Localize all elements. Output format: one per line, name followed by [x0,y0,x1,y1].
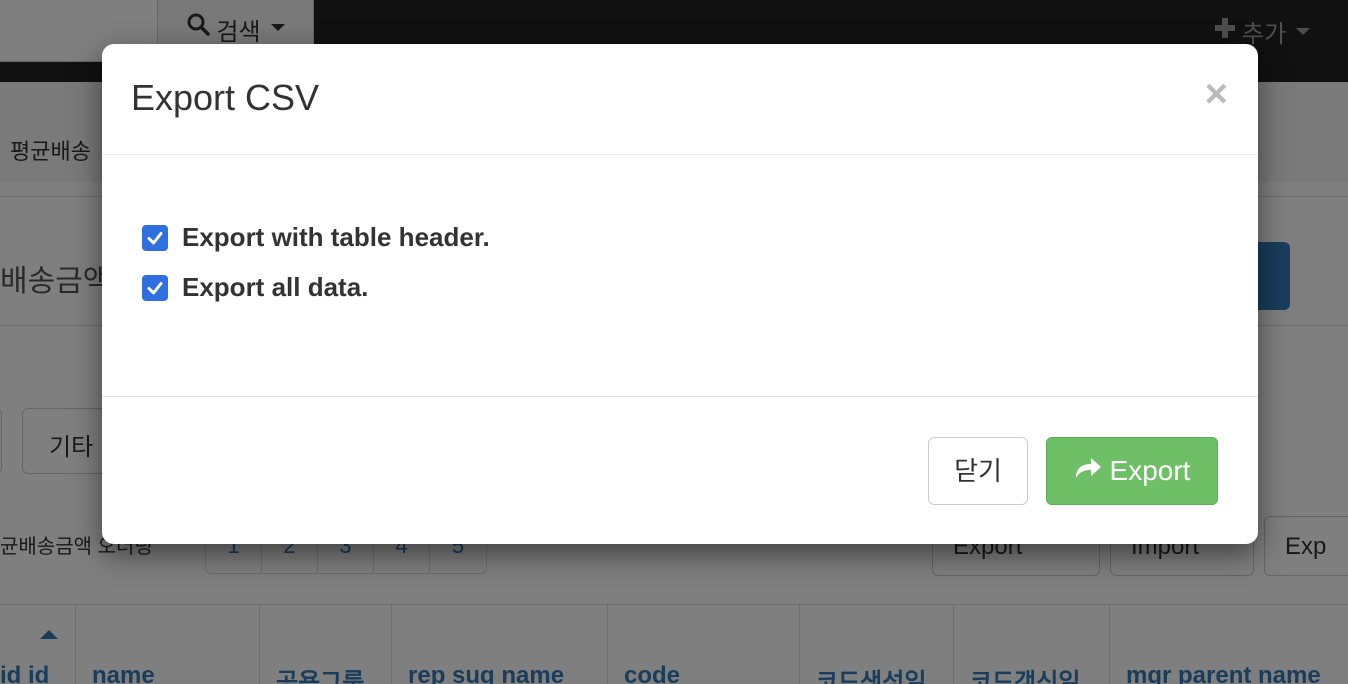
checkbox-table-header[interactable] [142,224,168,251]
dialog-footer: 닫기 Export [102,396,1258,544]
option-label: Export with table header. [182,222,490,252]
option-label: Export all data. [182,272,369,302]
checkbox-all-data[interactable] [142,274,168,301]
dialog-title: Export CSV [131,77,320,118]
export-csv-dialog: Export CSV × Export with table header. E… [102,44,1258,544]
close-button[interactable]: 닫기 [928,437,1028,505]
check-icon [147,231,163,244]
check-icon [147,281,163,294]
share-arrow-icon [1074,455,1102,487]
export-button-label: Export [1109,455,1191,486]
export-button[interactable]: Export [1046,437,1218,505]
dialog-header: Export CSV × [102,44,1258,155]
close-icon[interactable]: × [1205,74,1228,114]
option-all-data[interactable]: Export all data. [142,272,368,303]
option-table-header[interactable]: Export with table header. [142,222,490,253]
dialog-body: Export with table header. Export all dat… [102,155,1258,397]
